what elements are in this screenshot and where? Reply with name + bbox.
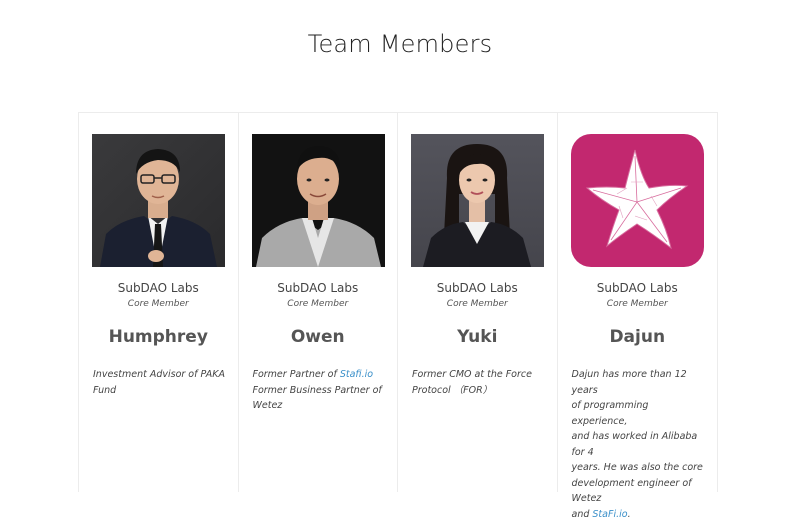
portrait-image (92, 134, 225, 267)
bio-text: and (572, 509, 593, 520)
member-photo (411, 134, 544, 267)
page-title: Team Members (0, 30, 800, 58)
bio-line: Wetez (253, 398, 387, 414)
bio-text: Former Partner of (253, 369, 340, 380)
bio-line: Protocol （FOR） (412, 383, 546, 399)
bio-line: Former Business Partner of (253, 383, 387, 399)
member-organization: SubDAO Labs (79, 281, 238, 295)
member-card-owen: SubDAO Labs Core Member Owen Former Part… (239, 113, 399, 492)
portrait-image (411, 134, 544, 267)
bio-line: and StaFi.io. (572, 507, 706, 522)
member-organization: SubDAO Labs (558, 281, 718, 295)
bio-line: and has worked in Alibaba for 4 (572, 429, 706, 460)
member-bio: Investment Advisor of PAKA Fund (93, 367, 227, 398)
bio-line: Fund (93, 383, 227, 399)
portrait-image (252, 134, 385, 267)
stafi-link[interactable]: StaFi.io (592, 509, 627, 520)
bio-line: Dajun has more than 12 years (572, 367, 706, 398)
starfish-logo-icon (571, 134, 704, 267)
bio-line: Former CMO at the Force (412, 367, 546, 383)
member-name: Owen (239, 327, 398, 347)
member-card-humphrey: SubDAO Labs Core Member Humphrey Investm… (79, 113, 239, 492)
member-card-dajun: SubDAO Labs Core Member Dajun Dajun has … (558, 113, 718, 492)
member-name: Humphrey (79, 327, 238, 347)
member-name: Dajun (558, 327, 718, 347)
member-photo (571, 134, 704, 267)
member-card-yuki: SubDAO Labs Core Member Yuki Former CMO … (398, 113, 558, 492)
team-grid: SubDAO Labs Core Member Humphrey Investm… (78, 112, 718, 492)
member-bio: Dajun has more than 12 years of programm… (572, 367, 706, 522)
member-organization: SubDAO Labs (398, 281, 557, 295)
member-organization: SubDAO Labs (239, 281, 398, 295)
member-name: Yuki (398, 327, 557, 347)
member-photo (92, 134, 225, 267)
member-bio: Former CMO at the Force Protocol （FOR） (412, 367, 546, 398)
bio-line: years. He was also the core (572, 460, 706, 476)
bio-line: development engineer of Wetez (572, 476, 706, 507)
member-photo (252, 134, 385, 267)
bio-text: . (628, 509, 631, 520)
bio-line: Investment Advisor of PAKA (93, 367, 227, 383)
stafi-link[interactable]: Stafi.io (340, 369, 373, 380)
bio-line: Former Partner of Stafi.io (253, 367, 387, 383)
member-bio: Former Partner of Stafi.io Former Busine… (253, 367, 387, 414)
member-role: Core Member (79, 299, 238, 309)
member-role: Core Member (398, 299, 557, 309)
member-role: Core Member (239, 299, 398, 309)
member-role: Core Member (558, 299, 718, 309)
bio-line: of programming experience, (572, 398, 706, 429)
